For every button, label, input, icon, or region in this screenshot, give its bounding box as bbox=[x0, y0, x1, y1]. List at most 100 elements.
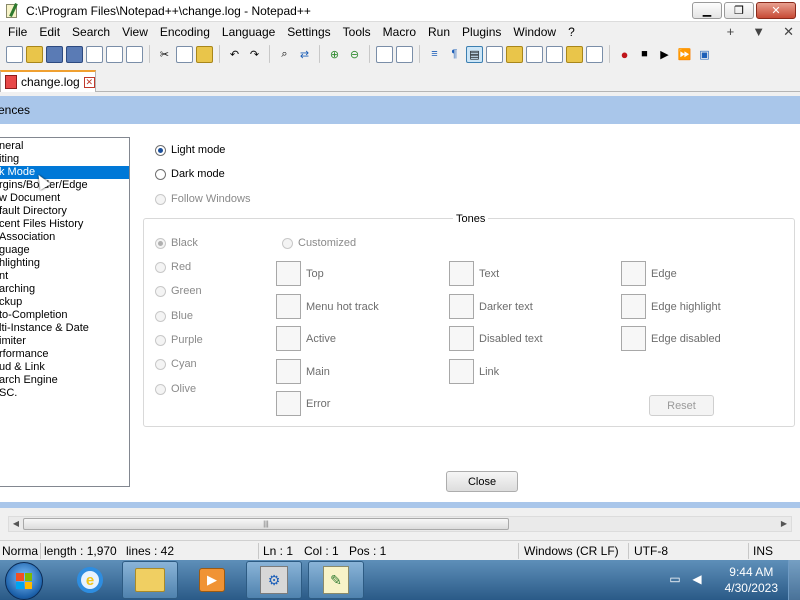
color-swatch[interactable] bbox=[621, 261, 646, 286]
stop-recording-icon[interactable]: ■ bbox=[636, 46, 653, 63]
menu-macro[interactable]: Macro bbox=[377, 22, 422, 42]
category-item[interactable]: arching bbox=[0, 283, 129, 296]
close-file-icon[interactable] bbox=[86, 45, 103, 63]
category-item[interactable]: neral bbox=[0, 140, 129, 153]
color-swatch[interactable] bbox=[276, 326, 301, 351]
horizontal-scrollbar[interactable]: ◀ ||| ▶ bbox=[8, 516, 792, 532]
replace-icon[interactable]: ⇄ bbox=[296, 46, 313, 63]
main-color-swatch[interactable]: Main bbox=[276, 359, 330, 384]
category-item[interactable]: guage bbox=[0, 244, 129, 257]
category-item[interactable]: to-Completion bbox=[0, 309, 129, 322]
tone-purple-radio[interactable]: Purple bbox=[155, 334, 203, 346]
zoom-in-icon[interactable]: ⊕ bbox=[326, 46, 343, 63]
menu-file[interactable]: File bbox=[2, 22, 33, 42]
tab-list-icon[interactable]: ▼ bbox=[752, 22, 765, 42]
taskbar-notepad-plus-plus[interactable]: ✎ bbox=[308, 561, 364, 599]
category-item[interactable]: nt bbox=[0, 270, 129, 283]
menu-encoding[interactable]: Encoding bbox=[154, 22, 216, 42]
category-item[interactable]: arch Engine bbox=[0, 374, 129, 387]
color-swatch[interactable] bbox=[276, 294, 301, 319]
category-item[interactable]: SC. bbox=[0, 387, 129, 400]
playback-macro-icon[interactable]: ▶ bbox=[656, 46, 673, 63]
user-language-icon[interactable] bbox=[486, 45, 503, 63]
category-list[interactable]: neral iting k Mode rgins/Border/Edge w D… bbox=[0, 137, 130, 487]
category-item[interactable]: lti-Instance & Date bbox=[0, 322, 129, 335]
close-tab-icon[interactable]: ✕ bbox=[783, 22, 794, 42]
light-mode-radio[interactable]: Light mode bbox=[155, 144, 225, 156]
category-item[interactable]: rgins/Border/Edge bbox=[0, 179, 129, 192]
find-icon[interactable]: ⌕ bbox=[276, 46, 293, 63]
menu-edit[interactable]: Edit bbox=[33, 22, 66, 42]
color-swatch[interactable] bbox=[449, 294, 474, 319]
taskbar-internet-explorer[interactable]: e bbox=[62, 561, 118, 599]
category-item[interactable]: hlighting bbox=[0, 257, 129, 270]
menu-plugins[interactable]: Plugins bbox=[456, 22, 507, 42]
menu-run[interactable]: Run bbox=[422, 22, 456, 42]
scrollbar-thumb[interactable]: ||| bbox=[23, 518, 509, 530]
taskbar-setup[interactable]: ⚙ bbox=[246, 561, 302, 599]
follow-windows-radio[interactable]: Follow Windows bbox=[155, 193, 250, 205]
open-file-icon[interactable] bbox=[26, 45, 43, 63]
menu-language[interactable]: Language bbox=[216, 22, 281, 42]
color-swatch[interactable] bbox=[621, 326, 646, 351]
category-item[interactable]: cent Files History bbox=[0, 218, 129, 231]
tone-black-radio[interactable]: Black bbox=[155, 237, 198, 249]
sync-vertical-icon[interactable] bbox=[376, 45, 393, 63]
menu-settings[interactable]: Settings bbox=[281, 22, 336, 42]
copy-icon[interactable] bbox=[176, 45, 193, 63]
word-wrap-icon[interactable]: ≡ bbox=[426, 46, 443, 63]
link-color-swatch[interactable]: Link bbox=[449, 359, 499, 384]
volume-icon[interactable]: ◀ bbox=[690, 572, 704, 586]
redo-icon[interactable]: ↷ bbox=[246, 46, 263, 63]
category-item[interactable]: w Document bbox=[0, 192, 129, 205]
edge-color-swatch[interactable]: Edge bbox=[621, 261, 677, 286]
menu-search[interactable]: Search bbox=[66, 22, 116, 42]
save-icon[interactable] bbox=[46, 45, 63, 63]
category-item[interactable]: iting bbox=[0, 153, 129, 166]
tab-change-log[interactable]: change.log ✕ bbox=[0, 70, 96, 92]
tone-cyan-radio[interactable]: Cyan bbox=[155, 358, 197, 370]
error-color-swatch[interactable]: Error bbox=[276, 391, 330, 416]
new-file-icon[interactable] bbox=[6, 45, 23, 63]
paste-icon[interactable] bbox=[196, 45, 213, 63]
menu-hot-track-color-swatch[interactable]: Menu hot track bbox=[276, 294, 379, 319]
close-dialog-button[interactable]: Close bbox=[446, 471, 518, 492]
disabled-text-color-swatch[interactable]: Disabled text bbox=[449, 326, 543, 351]
minimize-button[interactable]: ▁ bbox=[692, 2, 722, 19]
record-macro-icon[interactable]: ● bbox=[616, 46, 633, 63]
show-all-characters-icon[interactable]: ¶ bbox=[446, 46, 463, 63]
top-color-swatch[interactable]: Top bbox=[276, 261, 324, 286]
dark-mode-radio[interactable]: Dark mode bbox=[155, 168, 225, 180]
run-macro-multiple-icon[interactable]: ⏩ bbox=[676, 46, 693, 63]
color-swatch[interactable] bbox=[276, 359, 301, 384]
category-item[interactable]: ud & Link bbox=[0, 361, 129, 374]
restore-button[interactable]: ❐ bbox=[724, 2, 754, 19]
tone-customized-radio[interactable]: Customized bbox=[282, 237, 356, 249]
color-swatch[interactable] bbox=[449, 261, 474, 286]
color-swatch[interactable] bbox=[276, 261, 301, 286]
category-item[interactable]: ckup bbox=[0, 296, 129, 309]
print-icon[interactable] bbox=[126, 45, 143, 63]
taskbar-file-explorer[interactable] bbox=[122, 561, 178, 599]
scroll-right-icon[interactable]: ▶ bbox=[777, 517, 791, 531]
taskbar-media-player[interactable]: ▶ bbox=[184, 561, 240, 599]
undo-icon[interactable]: ↶ bbox=[226, 46, 243, 63]
menu-help[interactable]: ? bbox=[562, 22, 581, 42]
category-item[interactable]: fault Directory bbox=[0, 205, 129, 218]
monitoring-icon[interactable] bbox=[586, 45, 603, 63]
edge-highlight-color-swatch[interactable]: Edge highlight bbox=[621, 294, 721, 319]
indent-guide-icon[interactable]: ▤ bbox=[466, 45, 483, 63]
start-button[interactable] bbox=[5, 562, 43, 600]
edge-disabled-color-swatch[interactable]: Edge disabled bbox=[621, 326, 721, 351]
color-swatch[interactable] bbox=[449, 359, 474, 384]
darker-text-color-swatch[interactable]: Darker text bbox=[449, 294, 533, 319]
tone-red-radio[interactable]: Red bbox=[155, 261, 191, 273]
document-map-icon[interactable] bbox=[506, 45, 523, 63]
category-item[interactable]: Association bbox=[0, 231, 129, 244]
save-macro-icon[interactable]: ▣ bbox=[696, 46, 713, 63]
zoom-out-icon[interactable]: ⊖ bbox=[346, 46, 363, 63]
cut-icon[interactable]: ✂ bbox=[156, 46, 173, 63]
close-all-icon[interactable] bbox=[106, 45, 123, 63]
tone-olive-radio[interactable]: Olive bbox=[155, 383, 196, 395]
folder-as-workspace-icon[interactable] bbox=[566, 45, 583, 63]
